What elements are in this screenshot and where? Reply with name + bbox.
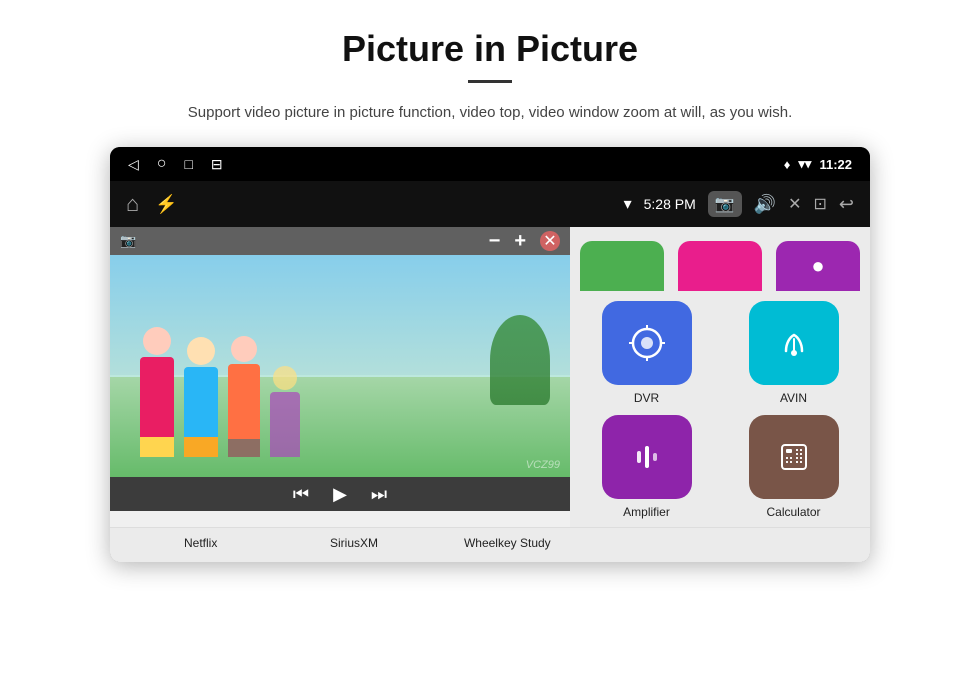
avin-icon — [749, 301, 839, 385]
toolbar-bar: ⌂ ⚡ ▾ 5:28 PM 📷 🔊 ✕ ⊡ ↩ — [110, 181, 870, 227]
dvr-icon — [602, 301, 692, 385]
calculator-icon — [749, 415, 839, 499]
back-icon-toolbar[interactable]: ↩ — [839, 194, 854, 215]
apps-row-2: Amplifier — [580, 415, 860, 519]
pip-header-controls: − + ✕ — [489, 230, 560, 253]
wifi-signal-icon: ▾▾ — [798, 156, 811, 172]
status-bar-right: ♦ ▾▾ 11:22 — [784, 156, 852, 172]
app-wheelkey-partial: ● — [776, 241, 860, 291]
page-subtitle: Support video picture in picture functio… — [188, 101, 792, 125]
pip-close-btn[interactable]: ✕ — [540, 231, 560, 251]
app-amplifier[interactable]: Amplifier — [580, 415, 713, 519]
partial-apps-row: ● — [580, 235, 860, 291]
calculator-label: Calculator — [766, 505, 820, 519]
avin-label: AVIN — [780, 391, 807, 405]
wheelkey-label-bottom: Wheelkey Study — [431, 534, 584, 552]
status-bar-left: ◁ ○ □ ⊟ — [128, 155, 223, 173]
pip-video-area: VCZ99 — [110, 255, 570, 477]
app-siriusxm-partial — [678, 241, 762, 291]
pip-people — [140, 327, 300, 457]
apps-row-1: DVR AVIN — [580, 301, 860, 405]
status-bar: ◁ ○ □ ⊟ ♦ ▾▾ 11:22 — [110, 147, 870, 181]
location-icon: ♦ — [784, 157, 791, 172]
netflix-label-bottom: Netflix — [124, 534, 277, 552]
right-apps-section: ● — [570, 227, 870, 527]
close-pip-icon[interactable]: ✕ — [788, 194, 801, 214]
amplifier-label: Amplifier — [623, 505, 670, 519]
main-content-row: 📷 − + ✕ — [110, 227, 870, 527]
watermark: VCZ99 — [526, 459, 560, 471]
pip-play-btn[interactable]: ▶ — [333, 484, 347, 505]
pip-next-btn[interactable]: ⏭ — [371, 484, 387, 505]
amplifier-icon — [602, 415, 692, 499]
left-app-labels: Netflix SiriusXM Wheelkey Study — [124, 534, 584, 552]
volume-icon[interactable]: 🔊 — [754, 194, 776, 215]
device-frame: ◁ ○ □ ⊟ ♦ ▾▾ 11:22 ⌂ ⚡ ▾ 5:28 PM 📷 🔊 — [110, 147, 870, 562]
recents-nav-icon[interactable]: □ — [184, 156, 192, 172]
toolbar-right: ▾ 5:28 PM 📷 🔊 ✕ ⊡ ↩ — [624, 191, 854, 217]
pip-mode-icon[interactable]: ⊡ — [814, 194, 827, 214]
pip-prev-btn[interactable]: ⏮ — [293, 484, 309, 505]
bottom-labels-row: Netflix SiriusXM Wheelkey Study — [110, 527, 870, 562]
page-title: Picture in Picture — [342, 28, 638, 70]
toolbar-time: 5:28 PM — [644, 196, 696, 212]
wifi-icon-toolbar: ▾ — [624, 194, 632, 214]
pip-minus-btn[interactable]: − — [489, 230, 501, 253]
title-divider — [468, 80, 512, 83]
app-calculator[interactable]: Calculator — [727, 415, 860, 519]
app-avin[interactable]: AVIN — [727, 301, 860, 405]
pip-header: 📷 − + ✕ — [110, 227, 570, 255]
pip-plus-btn[interactable]: + — [514, 230, 526, 253]
status-time: 11:22 — [819, 157, 852, 172]
pip-footer-controls: ⏮ ▶ ⏭ — [110, 477, 570, 511]
pip-video-container: 📷 − + ✕ — [110, 227, 570, 527]
siriusxm-label-bottom: SiriusXM — [277, 534, 430, 552]
menu-nav-icon[interactable]: ⊟ — [211, 156, 223, 173]
camera-icon[interactable]: 📷 — [708, 191, 742, 217]
pip-tree — [490, 315, 550, 405]
home-icon[interactable]: ⌂ — [126, 191, 139, 217]
back-nav-icon[interactable]: ◁ — [128, 156, 139, 173]
pip-camera-icon: 📷 — [120, 233, 136, 249]
dvr-label: DVR — [634, 391, 659, 405]
app-dvr[interactable]: DVR — [580, 301, 713, 405]
home-nav-icon[interactable]: ○ — [157, 155, 167, 173]
app-netflix-partial — [580, 241, 664, 291]
toolbar-left: ⌂ ⚡ — [126, 191, 178, 217]
usb-icon: ⚡ — [155, 194, 177, 215]
